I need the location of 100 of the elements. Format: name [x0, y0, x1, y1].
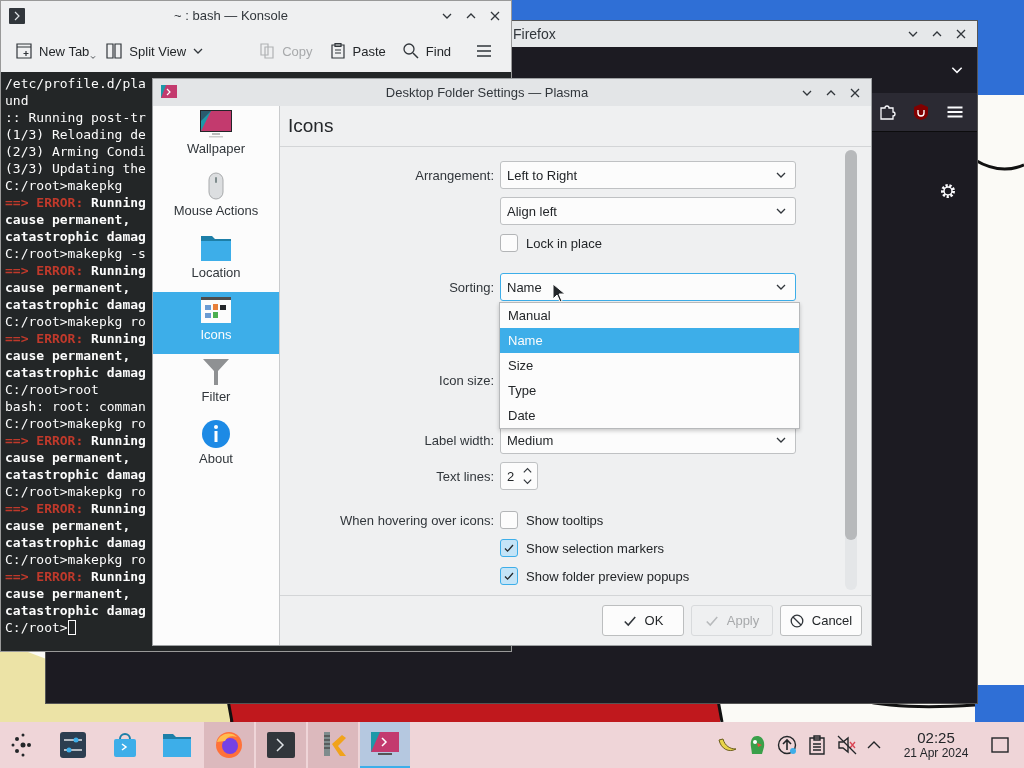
- checkbox-label[interactable]: Show selection markers: [526, 540, 664, 556]
- sidebar-item[interactable]: About: [153, 416, 279, 478]
- menu-icon: [475, 42, 494, 60]
- sliders-icon: [59, 731, 87, 759]
- update-icon[interactable]: [776, 734, 798, 756]
- window-title: Desktop Folder Settings — Plasma: [384, 85, 590, 100]
- field-label: Label width:: [423, 432, 494, 448]
- dropdown-option[interactable]: Type: [500, 378, 799, 403]
- cancel-icon: [789, 613, 804, 628]
- error-marker: ==> ERROR:: [5, 569, 84, 584]
- terminal-line: C:/root>makepkg ro: [5, 484, 146, 499]
- toolbar-button[interactable]: Find: [395, 38, 458, 64]
- toolbar-button[interactable]: Paste: [322, 38, 392, 64]
- info-icon: [199, 419, 233, 449]
- monitor-icon: [161, 84, 177, 101]
- terminal-line: Running: [91, 569, 146, 584]
- toolbar-button[interactable]: New Tab: [9, 38, 96, 64]
- task-button[interactable]: [308, 722, 358, 768]
- folder-icon: [199, 233, 233, 263]
- field-label: Sorting:: [448, 279, 494, 295]
- fox-globe-icon: [214, 730, 244, 760]
- terminal-icon: [9, 7, 25, 24]
- folder-icon: [162, 731, 192, 759]
- terminal-line: catastrophic damag: [5, 229, 146, 244]
- puzzle-icon[interactable]: [878, 103, 896, 121]
- terminal-icon: [266, 731, 296, 759]
- copy-icon: [258, 42, 277, 60]
- dropdown[interactable]: Align left: [500, 197, 796, 225]
- dropdown[interactable]: Left to Right: [500, 161, 796, 189]
- terminal-line: catastrophic damag: [5, 297, 146, 312]
- terminal-line: cause permanent,: [5, 450, 131, 465]
- checkbox[interactable]: [500, 511, 518, 529]
- terminal-line: cause permanent,: [5, 518, 131, 533]
- terminal-line: cause permanent,: [5, 586, 131, 601]
- terminal-line: cause permanent,: [5, 348, 131, 363]
- search-icon: [401, 42, 420, 60]
- checkbox-label[interactable]: Show tooltips: [526, 512, 604, 528]
- shopping-bag-icon: [111, 731, 139, 759]
- monitor-icon: [199, 109, 233, 139]
- sidebar-item[interactable]: Wallpaper: [153, 106, 279, 168]
- muted-speaker-icon[interactable]: [836, 734, 858, 756]
- sidebar-item[interactable]: Location: [153, 230, 279, 292]
- terminal-line: catastrophic damag: [5, 603, 146, 618]
- sidebar-item[interactable]: Filter: [153, 354, 279, 416]
- close-icon: [955, 28, 967, 40]
- terminal-line: Running: [91, 433, 146, 448]
- clipboard-icon[interactable]: [806, 734, 828, 756]
- check-icon: [503, 570, 515, 582]
- spin-box[interactable]: 2: [500, 462, 538, 490]
- terminal-line: Running: [91, 331, 146, 346]
- dialog-button[interactable]: OK: [602, 605, 684, 636]
- shield-icon[interactable]: [912, 103, 930, 121]
- terminal-line: C:/root>makepkg: [5, 178, 123, 193]
- terminal-line: und: [5, 93, 29, 108]
- split-view-icon: [105, 42, 124, 60]
- field-label: Icon size:: [438, 372, 494, 388]
- terminal-line: catastrophic damag: [5, 365, 146, 380]
- checkbox-label[interactable]: Lock in place: [526, 235, 602, 251]
- terminal-line: Running: [91, 501, 146, 516]
- check-icon: [503, 542, 515, 554]
- task-button[interactable]: [256, 722, 306, 768]
- show-desktop-icon[interactable]: [990, 735, 1010, 755]
- terminal-line: (1/3) Reloading de: [5, 127, 146, 142]
- close-icon: [849, 86, 861, 99]
- dropdown-option[interactable]: Date: [500, 403, 799, 428]
- terminal-line: /etc/profile.d/pla: [5, 76, 146, 91]
- terminal-line: C:/root>makepkg ro: [5, 416, 146, 431]
- error-marker: ==> ERROR:: [5, 433, 84, 448]
- terminal-line: Running: [91, 263, 146, 278]
- checkbox[interactable]: [500, 234, 518, 252]
- window-title: ~ : bash — Konsole: [173, 8, 289, 23]
- terminal-line: (3/3) Updating the: [5, 161, 146, 176]
- close-icon: [489, 9, 501, 22]
- dropdown-option[interactable]: Manual: [500, 303, 799, 328]
- terminal-line: Running: [91, 195, 146, 210]
- terminal-line: C:/root>makepkg ro: [5, 552, 146, 567]
- error-marker: ==> ERROR:: [5, 263, 84, 278]
- terminal-line: cause permanent,: [5, 280, 131, 295]
- terminal-line: (2/3) Arming Condi: [5, 144, 146, 159]
- clock[interactable]: 02:25 21 Apr 2024: [890, 730, 982, 760]
- terminal-line: bash: root: comman: [5, 399, 146, 414]
- checkbox[interactable]: [500, 539, 518, 557]
- settings-icon[interactable]: [939, 182, 957, 200]
- toolbar-button[interactable]: Split View: [99, 38, 211, 64]
- terminal-line: catastrophic damag: [5, 535, 146, 550]
- text-cursor: [67, 620, 76, 635]
- field-label: Text lines:: [435, 468, 494, 484]
- terminal-line: cause permanent,: [5, 212, 131, 227]
- monitor-icon: [370, 730, 400, 758]
- checkbox-label[interactable]: Show folder preview popups: [526, 568, 690, 584]
- dialog-button[interactable]: Cancel: [780, 605, 862, 636]
- sidebar-item[interactable]: Mouse Actions: [153, 168, 279, 230]
- terminal-line: C:/root>makepkg ro: [5, 314, 146, 329]
- checkbox[interactable]: [500, 567, 518, 585]
- clipboard-icon: [328, 42, 347, 60]
- task-button[interactable]: [204, 722, 254, 768]
- terminal-line: catastrophic damag: [5, 467, 146, 482]
- dropdown-option[interactable]: Size: [500, 353, 799, 378]
- field-label: When hovering over icons:: [339, 512, 494, 528]
- new-tab-icon: [15, 42, 33, 60]
